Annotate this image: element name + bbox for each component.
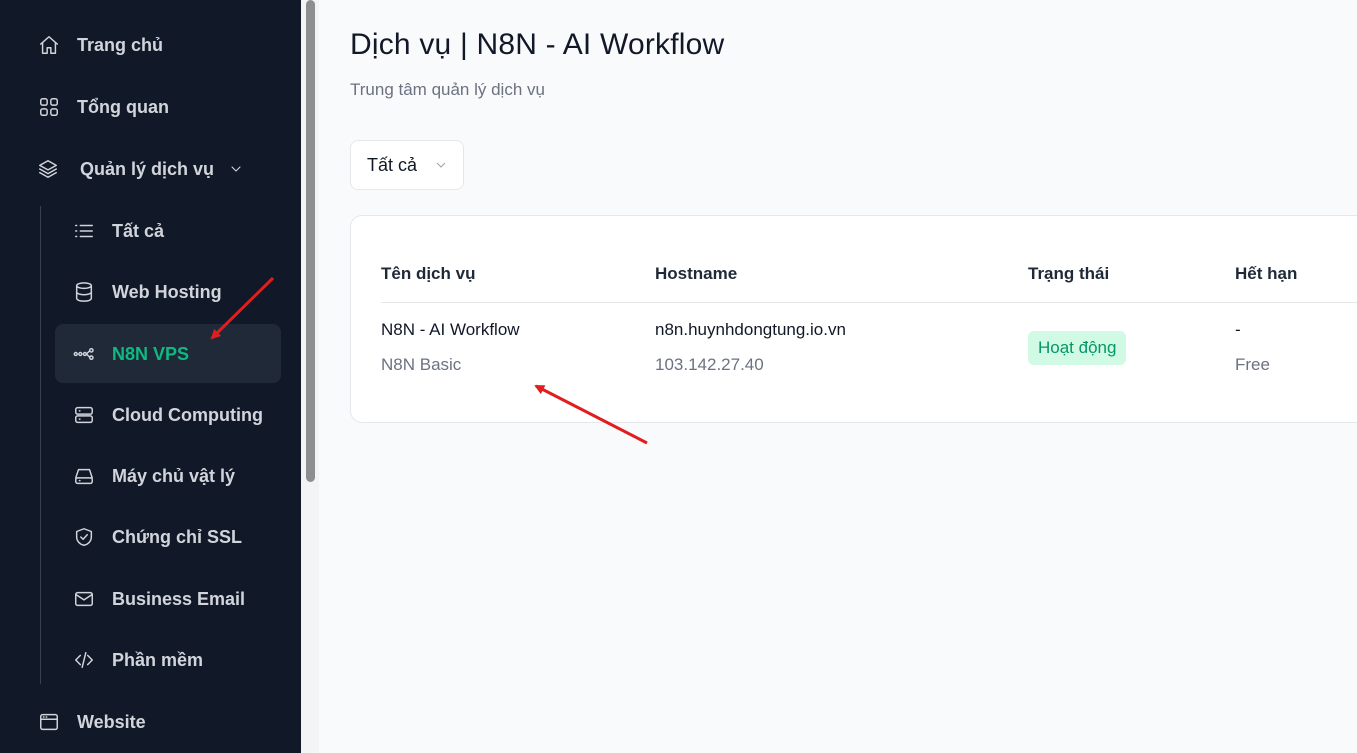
sidebar-item-label: Web Hosting: [112, 281, 222, 302]
billing-type: Free: [1235, 355, 1270, 374]
scrollbar-thumb[interactable]: [306, 0, 315, 482]
layers-icon: [36, 157, 60, 181]
column-header-hostname: Hostname: [655, 264, 738, 283]
hard-drive-icon: [72, 464, 96, 488]
sidebar-item-dedicated-server[interactable]: Máy chủ vật lý: [72, 464, 235, 488]
grid-icon: [37, 95, 61, 119]
sidebar-item-label: Tổng quan: [77, 96, 169, 117]
browser-icon: [37, 710, 61, 734]
sidebar-item-cloud-computing[interactable]: Cloud Computing: [72, 403, 263, 427]
submenu-divider: [40, 206, 41, 684]
filter-select[interactable]: Tất cả: [350, 140, 464, 190]
sidebar-item-label: Trang chủ: [77, 34, 164, 55]
services-table-card: Tên dịch vụ Hostname Trạng thái Hết hạn …: [350, 215, 1357, 423]
sidebar-item-website[interactable]: Website: [37, 710, 146, 734]
column-header-service-name: Tên dịch vụ: [381, 264, 476, 283]
sidebar-item-label: Cloud Computing: [112, 404, 263, 425]
workflow-icon: [72, 342, 96, 366]
column-header-status: Trạng thái: [1028, 264, 1110, 283]
service-plan: N8N Basic: [381, 355, 462, 374]
filter-selected-value: Tất cả: [367, 154, 418, 175]
column-header-expiry: Hết hạn: [1235, 264, 1298, 283]
expiry-date: -: [1235, 320, 1241, 339]
sidebar-item-label: Tất cả: [112, 220, 165, 241]
sidebar-item-label: N8N VPS: [112, 343, 190, 364]
database-icon: [72, 280, 96, 304]
sidebar-item-n8n-vps[interactable]: N8N VPS: [72, 342, 189, 366]
sidebar-item-label: Quản lý dịch vụ: [80, 158, 215, 179]
shield-check-icon: [72, 525, 96, 549]
sidebar-item-service-management[interactable]: Quản lý dịch vụ: [36, 157, 248, 181]
hostname: n8n.huynhdongtung.io.vn: [655, 320, 846, 339]
server-icon: [72, 403, 96, 427]
page-title: Dịch vụ | N8N - AI Workflow: [350, 28, 725, 61]
sidebar-item-home[interactable]: Trang chủ: [37, 33, 163, 57]
sidebar-item-software[interactable]: Phần mềm: [72, 648, 203, 672]
sidebar-item-web-hosting[interactable]: Web Hosting: [72, 280, 222, 304]
sidebar-item-label: Business Email: [112, 588, 246, 609]
sidebar-item-all[interactable]: Tất cả: [72, 219, 164, 243]
list-icon: [72, 219, 96, 243]
main-content: Dịch vụ | N8N - AI Workflow Trung tâm qu…: [319, 0, 1357, 753]
scrollbar-track[interactable]: [301, 0, 319, 753]
chevron-down-icon: [433, 157, 449, 173]
sidebar-item-business-email[interactable]: Business Email: [72, 587, 245, 611]
sidebar-item-label: Chứng chỉ SSL: [112, 526, 243, 547]
ip-address: 103.142.27.40: [655, 355, 764, 374]
chevron-down-icon: [224, 157, 248, 181]
status-badge: Hoạt động: [1028, 331, 1127, 365]
service-name-link[interactable]: N8N - AI Workflow: [381, 320, 520, 340]
page-subtitle: Trung tâm quản lý dịch vụ: [350, 80, 545, 99]
mail-icon: [72, 587, 96, 611]
home-icon: [37, 33, 61, 57]
sidebar-item-ssl[interactable]: Chứng chỉ SSL: [72, 525, 242, 549]
sidebar-item-label: Phần mềm: [112, 649, 204, 670]
code-icon: [72, 648, 96, 672]
sidebar-item-label: Máy chủ vật lý: [112, 465, 236, 486]
sidebar-item-overview[interactable]: Tổng quan: [37, 95, 169, 119]
sidebar-item-label: Website: [77, 711, 146, 732]
header-divider: [381, 302, 1357, 303]
sidebar: Trang chủ Tổng quan Quản lý dịch vụ Tất …: [0, 0, 301, 753]
